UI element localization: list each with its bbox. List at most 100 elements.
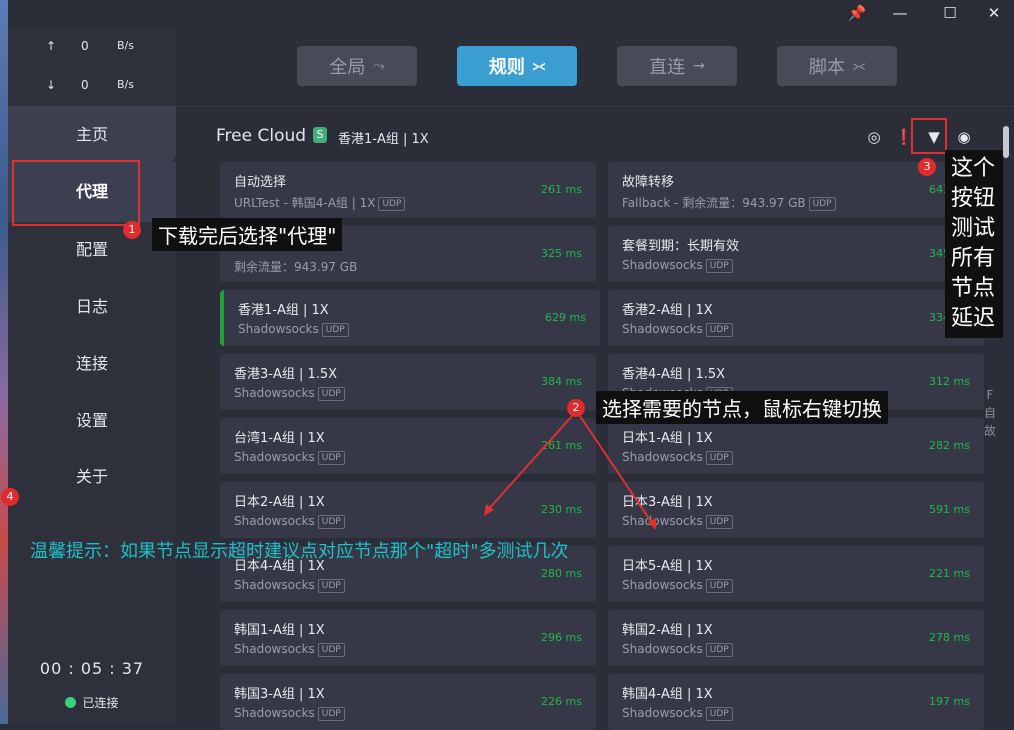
maximize-icon[interactable]: ☐	[930, 0, 970, 26]
node-latency[interactable]: 591 ms	[929, 503, 970, 516]
node-type: ShadowsocksUDP	[234, 706, 345, 721]
node-type-label: Shadowsocks	[622, 578, 703, 592]
udp-badge: UDP	[705, 451, 733, 465]
traffic-panel: ↑ 0 B/s ↓ 0 B/s	[8, 26, 176, 106]
proxy-node-card[interactable]: 日本2-A组 | 1X Shadowsocks UDP 230 ms	[220, 482, 596, 538]
annotation-tip-4: 温馨提示：如果节点显示超时建议点对应节点那个"超时"多测试几次	[30, 541, 569, 562]
proxy-node-card[interactable]: 香港1-A组 | 1X Shadowsocks UDP 629 ms	[220, 290, 600, 346]
proxy-node-card[interactable]: 日本1-A组 | 1X Shadowsocks UDP 282 ms	[608, 418, 984, 474]
proxy-node-card[interactable]: 韩国1-A组 | 1X Shadowsocks UDP 296 ms	[220, 610, 596, 666]
node-type: ShadowsocksUDP	[622, 258, 733, 273]
mode-global-button[interactable]: 全局 ⤳	[297, 46, 417, 86]
node-type-label: Shadowsocks	[622, 258, 703, 272]
node-latency[interactable]: 312 ms	[929, 375, 970, 388]
node-type: ShadowsocksUDP	[234, 450, 345, 465]
node-latency[interactable]: 629 ms	[545, 311, 586, 324]
node-name: 日本3-A组 | 1X	[622, 495, 713, 510]
nav-logs[interactable]: 日志	[8, 287, 176, 327]
node-type-label: Fallback - 剩余流量：943.97 GB	[622, 196, 806, 210]
mode-rule-button[interactable]: 规则 ⪥	[457, 46, 577, 86]
node-type-label: Shadowsocks	[622, 450, 703, 464]
group-selected-node: 香港1-A组 | 1X	[338, 132, 429, 147]
pin-icon[interactable]: 📌	[837, 0, 877, 26]
scrollbar-thumb[interactable]	[1003, 126, 1009, 158]
node-latency[interactable]: 261 ms	[541, 439, 582, 452]
latency-target-icon[interactable]: ◎	[864, 127, 884, 147]
nav-profiles[interactable]: 配置	[8, 230, 176, 270]
node-latency[interactable]: 325 ms	[541, 247, 582, 260]
proxy-node-card[interactable]: 日本3-A组 | 1X Shadowsocks UDP 591 ms	[608, 482, 984, 538]
rule-icon: ⪥	[532, 58, 546, 74]
annotation-box-proxy	[12, 160, 140, 226]
node-type-label: Shadowsocks	[234, 514, 315, 528]
nav-about[interactable]: 关于	[8, 457, 176, 497]
node-type: ShadowsocksUDP	[622, 322, 733, 337]
node-type-label: Shadowsocks	[622, 514, 703, 528]
node-latency[interactable]: 221 ms	[929, 567, 970, 580]
sidebar: ↑ 0 B/s ↓ 0 B/s 主页 代理 配置 日志 连接 设置 关于 00 …	[8, 26, 176, 724]
nav-connections[interactable]: 连接	[8, 344, 176, 384]
proxy-node-card[interactable]: 日本5-A组 | 1X Shadowsocks UDP 221 ms	[608, 546, 984, 602]
node-name: 香港2-A组 | 1X	[622, 303, 713, 318]
annotation-number-2: 2	[567, 399, 585, 417]
node-name: 故障转移	[622, 175, 675, 190]
udp-badge: UDP	[705, 323, 733, 337]
node-type: 剩余流量：943.97 GB	[234, 258, 357, 275]
proxy-node-card[interactable]: 台湾1-A组 | 1X Shadowsocks UDP 261 ms	[220, 418, 596, 474]
download-value: 0	[81, 78, 89, 92]
node-type: ShadowsocksUDP	[622, 706, 733, 721]
proxy-node-card[interactable]: 自动选择 URLTest - 韩国4-A组 | 1X UDP 261 ms	[220, 162, 596, 218]
node-type: ShadowsocksUDP	[234, 514, 345, 529]
proxy-node-card[interactable]: 套餐到期：长期有效ShadowsocksUDP345 ms	[608, 226, 984, 282]
collapsed-group-strip[interactable]: F 自 故	[983, 386, 997, 440]
udp-badge: UDP	[317, 515, 345, 529]
proxy-node-card[interactable]: 韩国2-A组 | 1X Shadowsocks UDP 278 ms	[608, 610, 984, 666]
node-latency[interactable]: 230 ms	[541, 503, 582, 516]
eye-icon[interactable]: ◉	[954, 127, 974, 147]
mode-script-button[interactable]: 脚本 ⪥	[777, 46, 897, 86]
node-type: ShadowsocksUDP	[234, 642, 345, 657]
script-icon: ⪥	[852, 58, 866, 74]
node-type-label: Shadowsocks	[238, 322, 319, 336]
download-arrow-icon: ↓	[46, 78, 57, 92]
minimize-icon[interactable]: —	[880, 0, 920, 26]
node-name: 香港3-A组 | 1.5X	[234, 367, 338, 382]
udp-badge: UDP	[317, 387, 345, 401]
proxy-node-card[interactable]: 香港3-A组 | 1.5X Shadowsocks UDP 384 ms	[220, 354, 596, 410]
node-name: 日本2-A组 | 1X	[234, 495, 325, 510]
global-icon: ⤳	[373, 58, 385, 74]
strip-char: 自	[983, 406, 996, 420]
node-latency[interactable]: 296 ms	[541, 631, 582, 644]
node-latency[interactable]: 197 ms	[929, 695, 970, 708]
node-name: 韩国4-A组 | 1X	[622, 687, 713, 702]
node-latency[interactable]: 282 ms	[929, 439, 970, 452]
node-latency[interactable]: 226 ms	[541, 695, 582, 708]
annotation-text-1: 下载完后选择"代理"	[152, 218, 343, 251]
node-name: 韩国2-A组 | 1X	[622, 623, 713, 638]
node-latency[interactable]: 280 ms	[541, 567, 582, 580]
node-latency[interactable]: 384 ms	[541, 375, 582, 388]
annotation-text-2: 选择需要的节点，鼠标右键切换	[596, 391, 888, 424]
node-type-label: Shadowsocks	[234, 386, 315, 400]
strip-char: F	[986, 388, 994, 402]
proxy-node-card[interactable]: 韩国4-A组 | 1X Shadowsocks UDP 197 ms	[608, 674, 984, 730]
upload-arrow-icon: ↑	[46, 39, 57, 53]
node-type: ShadowsocksUDP	[238, 322, 349, 337]
node-name: 香港1-A组 | 1X	[238, 303, 329, 318]
node-type: URLTest - 韩国4-A组 | 1X UDP	[234, 194, 406, 211]
node-type: ShadowsocksUDP	[622, 450, 733, 465]
mode-direct-button[interactable]: 直连 →	[617, 46, 737, 86]
node-type-label: Shadowsocks	[234, 450, 315, 464]
udp-badge: UDP	[317, 707, 345, 721]
node-type: ShadowsocksUDP	[622, 642, 733, 657]
node-name: 香港4-A组 | 1.5X	[622, 367, 726, 382]
nav-home[interactable]: 主页	[8, 115, 176, 155]
nav-settings[interactable]: 设置	[8, 401, 176, 441]
node-latency[interactable]: 261 ms	[541, 183, 582, 196]
node-latency[interactable]: 278 ms	[929, 631, 970, 644]
close-icon[interactable]: ✕	[974, 0, 1014, 26]
node-name: 台湾1-A组 | 1X	[234, 431, 325, 446]
proxy-node-card[interactable]: 韩国3-A组 | 1X Shadowsocks UDP 226 ms	[220, 674, 596, 730]
proxy-node-card[interactable]: 香港2-A组 | 1XShadowsocksUDP334 ms	[608, 290, 984, 346]
udp-badge: UDP	[808, 197, 836, 211]
